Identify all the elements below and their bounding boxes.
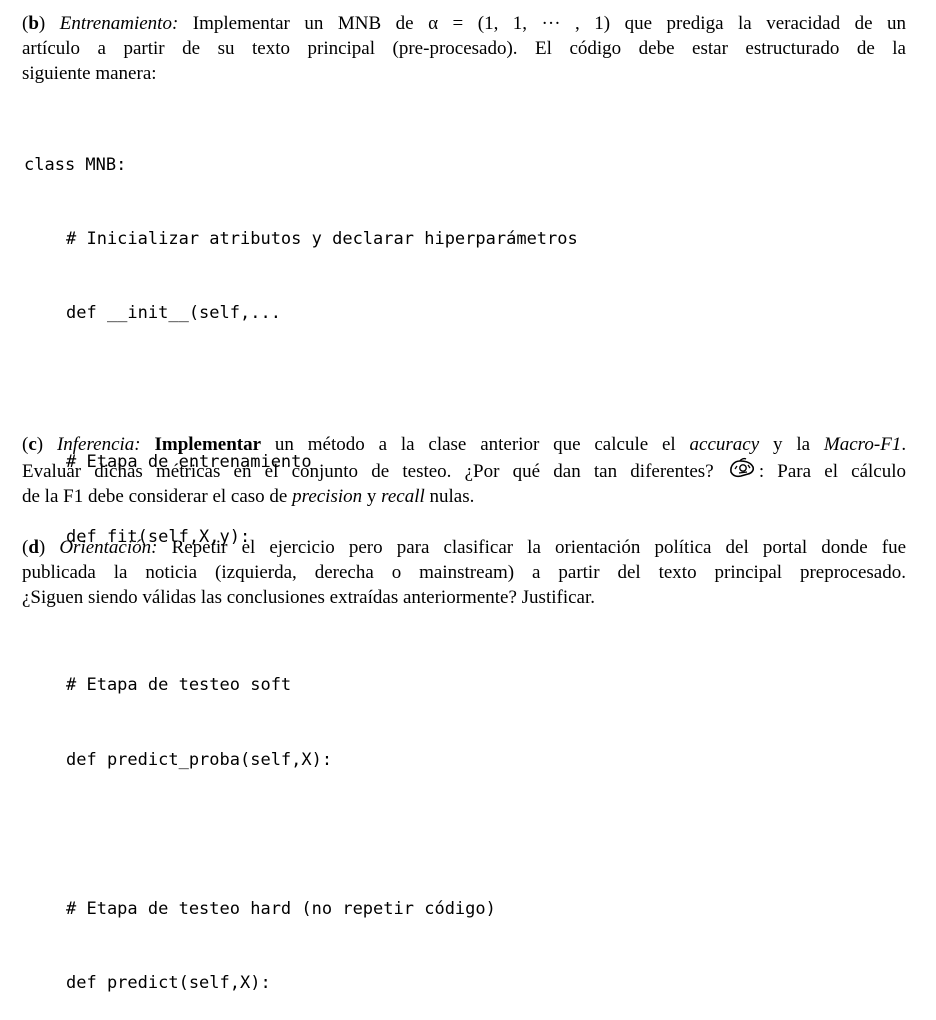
- code-line: def predict(self,X):: [66, 972, 271, 993]
- part-b-line-1: (b) Entrenamiento: Implementar un MNB de…: [22, 13, 907, 34]
- part-d-line-1: (d) Orientación: Repetir el ejercicio pe…: [22, 537, 907, 558]
- part-c-text: de la F1 debe considerar el caso de: [22, 486, 288, 507]
- part-c-line-3: de la F1 debe considerar el caso de prec…: [22, 484, 906, 509]
- code-line: # Etapa de testeo soft: [66, 675, 292, 696]
- accuracy-term: accuracy: [689, 434, 760, 455]
- part-c-line-2-after: : Para el cálculo: [758, 461, 907, 482]
- part-d-title: Orientación:: [59, 537, 158, 558]
- part-d-line-2: publicada la noticia (izquierda, derecha…: [22, 562, 906, 583]
- part-b-paragraph: (b) Entrenamiento: Implementar un MNB de…: [22, 11, 906, 86]
- part-c-strong: Implementar: [154, 434, 262, 455]
- precision-term: precision: [292, 486, 363, 507]
- part-c-label: c: [28, 434, 37, 455]
- part-b-title: Entrenamiento:: [59, 13, 179, 34]
- macro-f1-term: Macro-F1: [823, 434, 902, 455]
- part-d-line-3: ¿Siguen siendo válidas las conclusiones …: [22, 587, 595, 608]
- hand-pointer-icon: [727, 457, 759, 483]
- part-c-paragraph: (c) Inferencia: Implementar un método a …: [22, 432, 906, 509]
- recall-term: recall: [381, 486, 425, 507]
- part-b-line-2: artículo a partir de su texto principal …: [22, 38, 906, 59]
- code-line: # Inicializar atributos y declarar hiper…: [66, 228, 578, 249]
- part-c-text: y: [366, 486, 377, 507]
- code-line: # Etapa de testeo hard (no repetir códig…: [66, 898, 496, 919]
- part-c-text: y la: [773, 434, 811, 455]
- part-c-title: Inferencia:: [56, 434, 141, 455]
- part-c-line-1: (c) Inferencia: Implementar un método a …: [22, 434, 907, 455]
- part-d-paragraph: (d) Orientación: Repetir el ejercicio pe…: [22, 535, 906, 610]
- code-line: def predict_proba(self,X):: [66, 749, 333, 770]
- code-line: def __init__(self,...: [66, 303, 281, 324]
- part-c-text: un método a la clase anterior que calcul…: [274, 434, 676, 455]
- part-c-line-2: Evaluar dichas métricas en el conjunto d…: [22, 457, 906, 484]
- part-b-line-3: siguiente manera:: [22, 63, 157, 84]
- part-c-text: nulas.: [429, 486, 475, 507]
- part-d-line-1-text: Repetir el ejercicio pero para clasifica…: [171, 537, 907, 558]
- part-d-label: d: [28, 537, 39, 558]
- part-b-label: b: [28, 13, 39, 34]
- part-b-line-1-text: Implementar un MNB de α = (1, 1, ··· , 1…: [192, 13, 907, 34]
- part-c-line-2-text: Evaluar dichas métricas en el conjunto d…: [22, 461, 714, 482]
- code-line: class MNB:: [24, 154, 127, 175]
